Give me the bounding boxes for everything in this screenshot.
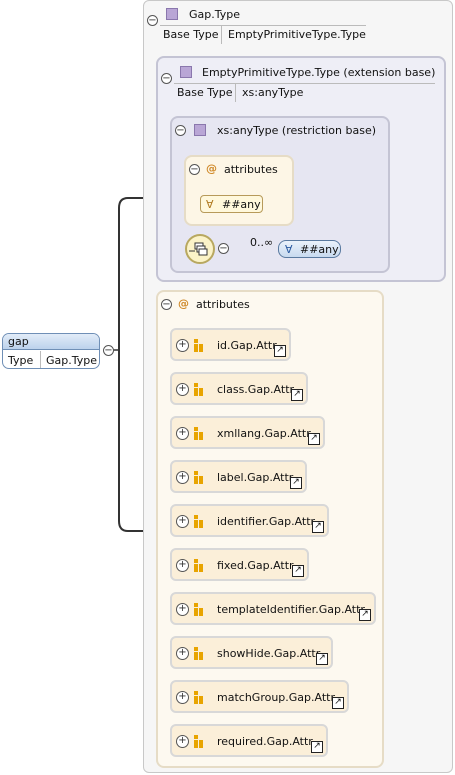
attribute-group-item[interactable]: + id.Gap.Attr ↗ <box>170 328 291 361</box>
wildcard-icon: ∀ <box>206 198 214 211</box>
attribute-group-item[interactable]: + class.Gap.Attr ↗ <box>170 372 308 405</box>
extension-base-value: xs:anyType <box>242 86 304 99</box>
attribute-at-icon: @ <box>206 162 217 175</box>
attribute-group-item[interactable]: + identifier.Gap.Attr ↗ <box>170 504 329 537</box>
divider <box>40 351 41 368</box>
restriction-attributes-label: attributes <box>224 163 278 176</box>
reference-arrow-icon[interactable]: ↗ <box>274 345 286 357</box>
complex-type-collapse-icon[interactable]: − <box>147 15 158 26</box>
attribute-group-name: class.Gap.Attr <box>217 383 295 396</box>
attributes-label: attributes <box>196 298 250 311</box>
attribute-group-name: fixed.Gap.Attr <box>217 559 294 572</box>
complex-type-base-key: Base Type <box>163 28 219 41</box>
complex-type-base-value: EmptyPrimitiveType.Type <box>228 28 366 41</box>
expand-icon[interactable]: + <box>176 427 189 440</box>
sequence-compositor-icon[interactable] <box>185 234 215 264</box>
attribute-group-icon <box>194 647 203 660</box>
attribute-group-name: matchGroup.Gap.Attr <box>217 691 335 704</box>
attribute-group-icon <box>194 427 203 440</box>
attribute-group-item[interactable]: + required.Gap.Attr ↗ <box>170 724 328 757</box>
extension-collapse-icon[interactable]: − <box>161 73 172 84</box>
attribute-group-icon <box>194 559 203 572</box>
attribute-group-item[interactable]: + fixed.Gap.Attr ↗ <box>170 548 309 581</box>
attribute-group-icon <box>194 515 203 528</box>
wildcard-icon: ∀ <box>285 243 293 256</box>
reference-arrow-icon[interactable]: ↗ <box>308 433 320 445</box>
reference-arrow-icon[interactable]: ↗ <box>316 653 328 665</box>
any-attribute-value: ##any <box>222 198 261 211</box>
restriction-attributes-collapse-icon[interactable]: − <box>189 164 200 175</box>
any-element[interactable]: ∀ ##any <box>278 240 341 258</box>
reference-arrow-icon[interactable]: ↗ <box>359 609 371 621</box>
attribute-group-name: xmllang.Gap.Attr <box>217 427 311 440</box>
expand-icon[interactable]: + <box>176 339 189 352</box>
reference-arrow-icon[interactable]: ↗ <box>290 477 302 489</box>
restriction-name: xs:anyType (restriction base) <box>217 124 377 137</box>
element-name: gap <box>8 335 29 348</box>
divider <box>174 83 435 84</box>
expand-icon[interactable]: + <box>176 471 189 484</box>
complex-type-name: Gap.Type <box>189 8 241 21</box>
any-element-occurrence: 0..∞ <box>250 236 274 249</box>
attribute-group-name: templateIdentifier.Gap.Attr <box>217 603 365 616</box>
attribute-at-icon: @ <box>178 297 189 310</box>
expand-icon[interactable]: + <box>176 559 189 572</box>
restriction-collapse-icon[interactable]: − <box>175 125 186 136</box>
attribute-group-name: required.Gap.Attr <box>217 735 313 748</box>
extension-base-key: Base Type <box>177 86 233 99</box>
extension-name: EmptyPrimitiveType.Type (extension base) <box>202 66 436 79</box>
attribute-group-item[interactable]: + label.Gap.Attr ↗ <box>170 460 307 493</box>
any-attribute[interactable]: ∀ ##any <box>200 195 263 213</box>
reference-arrow-icon[interactable]: ↗ <box>291 389 303 401</box>
attribute-group-name: id.Gap.Attr <box>217 339 277 352</box>
attribute-group-icon <box>194 735 203 748</box>
attribute-group-icon <box>194 691 203 704</box>
attribute-group-item[interactable]: + templateIdentifier.Gap.Attr ↗ <box>170 592 376 625</box>
expand-icon[interactable]: + <box>176 735 189 748</box>
element-collapse-icon[interactable]: − <box>103 345 114 356</box>
attribute-group-name: label.Gap.Attr <box>217 471 294 484</box>
divider <box>221 26 222 44</box>
element-gap[interactable]: gap Type Gap.Type <box>2 333 100 369</box>
attribute-group-icon <box>194 383 203 396</box>
reference-arrow-icon[interactable]: ↗ <box>292 565 304 577</box>
attribute-group-name: identifier.Gap.Attr <box>217 515 316 528</box>
any-element-value: ##any <box>300 243 339 256</box>
reference-arrow-icon[interactable]: ↗ <box>311 741 323 753</box>
attribute-group-name: showHide.Gap.Attr <box>217 647 321 660</box>
expand-icon[interactable]: + <box>176 383 189 396</box>
reference-arrow-icon[interactable]: ↗ <box>332 697 344 709</box>
attributes-collapse-icon[interactable]: − <box>161 299 172 310</box>
sequence-collapse-icon[interactable]: − <box>218 243 229 254</box>
attribute-group-icon <box>194 471 203 484</box>
divider <box>160 25 366 26</box>
attribute-group-item[interactable]: + xmllang.Gap.Attr ↗ <box>170 416 325 449</box>
type-square-icon <box>194 124 206 136</box>
attribute-group-item[interactable]: + matchGroup.Gap.Attr ↗ <box>170 680 349 713</box>
expand-icon[interactable]: + <box>176 691 189 704</box>
attribute-group-icon <box>194 339 203 352</box>
expand-icon[interactable]: + <box>176 515 189 528</box>
type-square-icon <box>180 66 192 78</box>
divider <box>235 84 236 102</box>
element-type-value: Gap.Type <box>46 354 98 367</box>
attribute-group-icon <box>194 603 203 616</box>
expand-icon[interactable]: + <box>176 603 189 616</box>
expand-icon[interactable]: + <box>176 647 189 660</box>
reference-arrow-icon[interactable]: ↗ <box>312 521 324 533</box>
element-gap-header: gap <box>3 334 99 350</box>
element-type-key: Type <box>8 354 34 367</box>
attribute-group-item[interactable]: + showHide.Gap.Attr ↗ <box>170 636 333 669</box>
type-square-icon <box>166 8 178 20</box>
